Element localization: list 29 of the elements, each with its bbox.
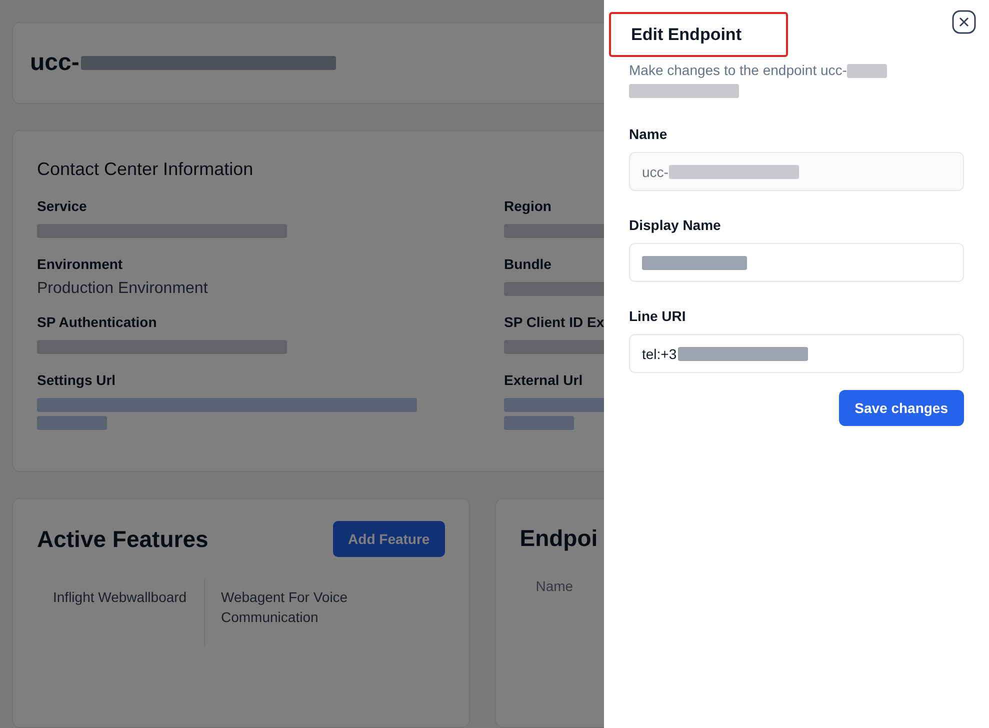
blurred-text <box>846 64 887 78</box>
save-changes-button[interactable]: Save changes <box>838 390 964 426</box>
text-field[interactable] <box>629 243 964 282</box>
page-title: ucc- <box>30 49 80 78</box>
text-field[interactable]: tel:+3 <box>629 334 964 373</box>
field-label: Name <box>629 126 668 142</box>
field-label: Line URI <box>629 308 686 324</box>
field-label: SP Authentication <box>37 314 157 330</box>
feature-item: Webagent For Voice Communication <box>221 589 348 625</box>
column-header: Name <box>534 578 574 596</box>
drawer-description: Make changes to the endpoint ucc- <box>629 62 847 78</box>
card-title: Active Features <box>37 526 208 552</box>
field-label: Environment <box>37 256 123 272</box>
field-label: Settings Url <box>37 372 116 388</box>
field-value: Production Environment <box>37 280 208 298</box>
field-label: Display Name <box>629 217 721 233</box>
field-label: Region <box>504 198 552 214</box>
field-label: Bundle <box>504 256 552 272</box>
field-label: Service <box>37 198 87 214</box>
card-title: Endpoi <box>520 525 598 551</box>
drawer-title: Edit Endpoint <box>609 12 788 57</box>
field-label: External Url <box>504 372 583 388</box>
feature-item: Inflight Webwallboard <box>53 589 187 605</box>
blurred-text <box>37 416 107 430</box>
card-title: Contact Center Information <box>37 159 254 180</box>
blurred-text <box>504 416 574 430</box>
close-icon[interactable] <box>952 10 976 34</box>
field-label: SP Client ID Ex <box>504 314 604 330</box>
add-feature-button[interactable]: Add Feature <box>333 521 445 557</box>
